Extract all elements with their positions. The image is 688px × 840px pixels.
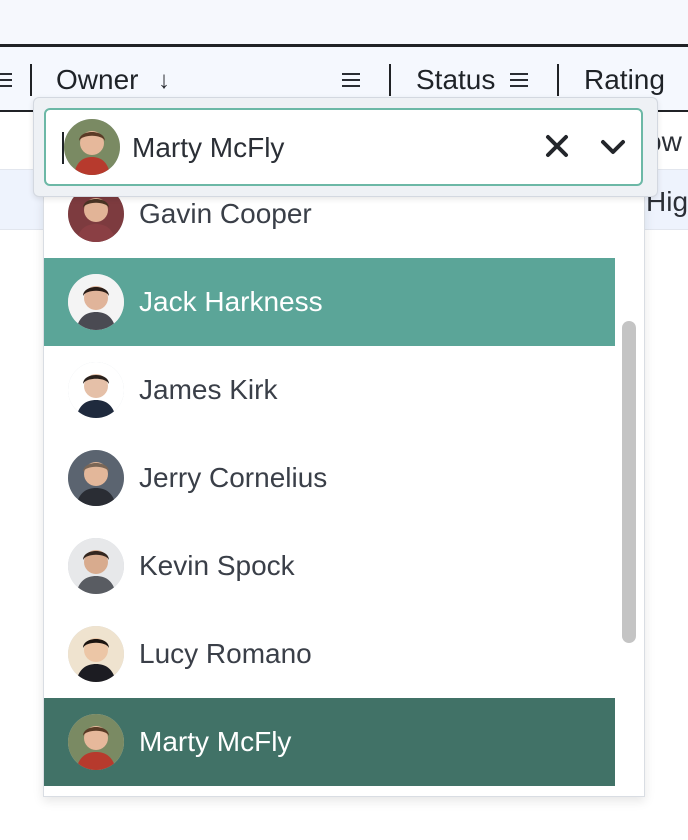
list-item-label: Marty McFly — [139, 726, 292, 757]
scrollbar-thumb[interactable] — [622, 321, 636, 643]
avatar — [68, 196, 124, 242]
column-separator[interactable] — [557, 64, 559, 96]
list-item-label: Jerry Cornelius — [139, 462, 328, 493]
menu-icon[interactable] — [510, 73, 528, 87]
avatar — [68, 714, 124, 770]
list-item[interactable]: Kevin Spock — [44, 522, 615, 610]
list-item[interactable]: Gavin Cooper — [44, 196, 615, 258]
close-icon[interactable] — [542, 128, 572, 164]
list-item-label: James Kirk — [139, 374, 278, 405]
avatar — [68, 538, 124, 594]
toolbar-area — [0, 0, 688, 44]
list-item[interactable]: Lucy Romano — [44, 610, 615, 698]
avatar — [68, 626, 124, 682]
list-item-label: Kevin Spock — [139, 550, 295, 581]
arrow-down-icon[interactable]: ↓ — [158, 67, 170, 95]
list-item-label: Jack Harkness — [139, 286, 323, 317]
column-header-owner[interactable]: Owner — [56, 64, 138, 96]
menu-icon[interactable] — [342, 73, 360, 87]
list-item[interactable]: Marty McFly — [44, 698, 615, 786]
owner-select-input[interactable]: Marty McFly — [44, 108, 643, 186]
column-header-status[interactable]: Status — [416, 64, 495, 96]
avatar — [68, 362, 124, 418]
column-separator[interactable] — [30, 64, 32, 96]
list-item[interactable]: James Kirk — [44, 346, 615, 434]
avatar — [64, 119, 120, 175]
avatar — [68, 450, 124, 506]
menu-icon[interactable] — [0, 73, 12, 87]
column-header-rating[interactable]: Rating — [584, 64, 665, 96]
avatar — [68, 274, 124, 330]
selected-owner-value: Marty McFly — [132, 132, 285, 163]
column-separator[interactable] — [389, 64, 391, 96]
list-item[interactable]: Jerry Cornelius — [44, 434, 615, 522]
list-item-label: Lucy Romano — [139, 638, 312, 669]
list-item[interactable]: Jack Harkness — [44, 258, 615, 346]
owner-dropdown-list[interactable]: Gavin Cooper Jack Harkness James Kirk Jerry… — [43, 195, 645, 797]
chevron-down-icon[interactable] — [598, 132, 628, 162]
list-item-label: Gavin Cooper — [139, 198, 312, 229]
owner-cell-editor: Marty McFly — [33, 97, 658, 197]
